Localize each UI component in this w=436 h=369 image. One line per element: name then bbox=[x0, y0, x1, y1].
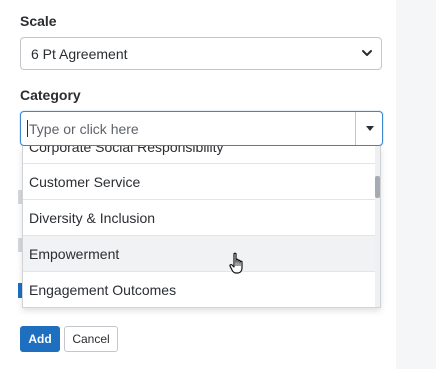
list-item[interactable]: Customer Service bbox=[23, 164, 377, 200]
form-panel: Scale 6 Pt Agreement Category Type or cl… bbox=[0, 0, 396, 369]
scrollbar-thumb[interactable] bbox=[375, 176, 380, 198]
combobox-divider bbox=[355, 112, 356, 145]
list-item[interactable]: Engagement Outcomes bbox=[23, 272, 377, 307]
list-item[interactable]: Diversity & Inclusion bbox=[23, 200, 377, 236]
chevron-down-icon bbox=[362, 50, 372, 56]
list-item-label: Customer Service bbox=[29, 173, 141, 190]
list-item-label: Engagement Outcomes bbox=[29, 282, 177, 298]
scale-selected-value: 6 Pt Agreement bbox=[31, 45, 128, 62]
list-item-hovered[interactable]: Empowerment bbox=[23, 236, 377, 272]
text-caret bbox=[27, 120, 28, 137]
cancel-button[interactable]: Cancel bbox=[64, 326, 118, 352]
list-item-label: Corporate Social Responsibility bbox=[29, 146, 224, 155]
add-button[interactable]: Add bbox=[20, 326, 60, 352]
list-item-label: Diversity & Inclusion bbox=[29, 209, 156, 226]
category-placeholder: Type or click here bbox=[29, 120, 139, 137]
list-item[interactable]: Corporate Social Responsibility bbox=[23, 146, 377, 164]
category-label: Category bbox=[20, 87, 81, 103]
category-dropdown-list: Corporate Social Responsibility Customer… bbox=[22, 146, 381, 308]
category-input[interactable]: Type or click here bbox=[27, 112, 353, 145]
category-combobox[interactable]: Type or click here bbox=[20, 111, 383, 146]
scale-label: Scale bbox=[20, 13, 57, 29]
scale-select[interactable]: 6 Pt Agreement bbox=[20, 37, 382, 70]
list-item-label: Empowerment bbox=[29, 245, 120, 262]
caret-down-icon[interactable] bbox=[366, 126, 374, 131]
hand-pointer-icon bbox=[229, 252, 243, 274]
dropdown-scrollbar[interactable] bbox=[375, 146, 380, 307]
